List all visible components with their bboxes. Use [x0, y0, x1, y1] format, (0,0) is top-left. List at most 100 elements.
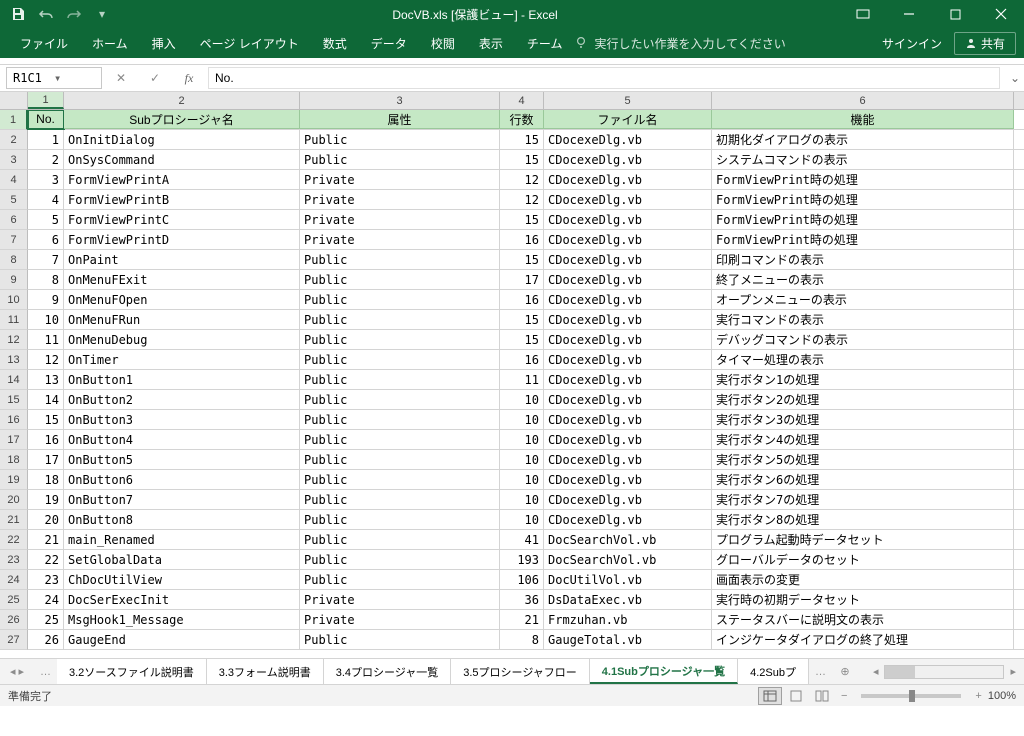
table-cell[interactable]: 22 — [28, 550, 64, 569]
sheet-nav[interactable]: ◂ ▸ — [0, 665, 34, 678]
chevron-down-icon[interactable]: ▾ — [54, 71, 95, 85]
row-header[interactable]: 6 — [0, 210, 28, 230]
row-header[interactable]: 22 — [0, 530, 28, 550]
table-cell[interactable]: 21 — [500, 610, 544, 629]
sheet-tab[interactable]: 3.2ソースファイル説明書 — [57, 659, 207, 684]
table-cell[interactable]: 16 — [500, 290, 544, 309]
table-cell[interactable]: グローバルデータのセット — [712, 550, 1014, 569]
table-cell[interactable]: Public — [300, 330, 500, 349]
name-box[interactable]: R1C1 ▾ — [6, 67, 102, 89]
table-cell[interactable]: 16 — [28, 430, 64, 449]
table-cell[interactable]: 実行ボタン7の処理 — [712, 490, 1014, 509]
table-cell[interactable]: Private — [300, 170, 500, 189]
qat-dropdown-icon[interactable]: ▾ — [94, 6, 110, 22]
sheet-tab[interactable]: 3.5プロシージャフロー — [451, 659, 590, 684]
zoom-out-button[interactable]: − — [841, 690, 847, 702]
table-cell[interactable]: CDocexeDlg.vb — [544, 430, 712, 449]
table-cell[interactable]: CDocexeDlg.vb — [544, 270, 712, 289]
table-cell[interactable]: CDocexeDlg.vb — [544, 210, 712, 229]
table-cell[interactable]: CDocexeDlg.vb — [544, 170, 712, 189]
table-cell[interactable]: Public — [300, 630, 500, 649]
table-cell[interactable]: 41 — [500, 530, 544, 549]
table-cell[interactable]: 実行ボタン1の処理 — [712, 370, 1014, 389]
ribbon-tab[interactable]: 校閲 — [419, 28, 467, 58]
table-cell[interactable]: FormViewPrint時の処理 — [712, 230, 1014, 249]
table-cell[interactable]: OnButton4 — [64, 430, 300, 449]
minimize-button[interactable] — [886, 0, 932, 28]
col-header[interactable]: 6 — [712, 92, 1014, 109]
table-cell[interactable]: OnButton5 — [64, 450, 300, 469]
table-cell[interactable]: OnInitDialog — [64, 130, 300, 149]
table-cell[interactable]: OnButton7 — [64, 490, 300, 509]
table-cell[interactable]: Public — [300, 530, 500, 549]
table-cell[interactable]: 10 — [500, 450, 544, 469]
table-cell[interactable]: DsDataExec.vb — [544, 590, 712, 609]
table-cell[interactable]: FormViewPrintD — [64, 230, 300, 249]
table-cell[interactable]: 実行ボタン6の処理 — [712, 470, 1014, 489]
table-cell[interactable]: 106 — [500, 570, 544, 589]
table-cell[interactable]: 10 — [500, 510, 544, 529]
table-cell[interactable]: 4 — [28, 190, 64, 209]
table-cell[interactable]: Public — [300, 390, 500, 409]
signin-link[interactable]: サインイン — [870, 35, 954, 52]
table-cell[interactable]: デバッグコマンドの表示 — [712, 330, 1014, 349]
table-cell[interactable]: Public — [300, 570, 500, 589]
table-header-cell[interactable]: Subプロシージャ名 — [64, 110, 300, 129]
table-header-cell[interactable]: 機能 — [712, 110, 1014, 129]
table-cell[interactable]: GaugeTotal.vb — [544, 630, 712, 649]
scroll-right-icon[interactable]: ▸ — [1010, 665, 1016, 678]
cancel-formula-icon[interactable]: ✕ — [106, 67, 136, 89]
table-cell[interactable]: 17 — [28, 450, 64, 469]
row-header[interactable]: 3 — [0, 150, 28, 170]
table-cell[interactable]: 初期化ダイアログの表示 — [712, 130, 1014, 149]
table-cell[interactable]: 画面表示の変更 — [712, 570, 1014, 589]
table-cell[interactable]: Public — [300, 430, 500, 449]
row-header[interactable]: 12 — [0, 330, 28, 350]
share-button[interactable]: 共有 — [954, 32, 1016, 55]
select-all-button[interactable] — [0, 92, 28, 109]
row-header[interactable]: 18 — [0, 450, 28, 470]
grid-cells[interactable]: No.Subプロシージャ名属性行数ファイル名機能1OnInitDialogPub… — [28, 110, 1024, 650]
table-cell[interactable]: 3 — [28, 170, 64, 189]
table-cell[interactable]: DocSearchVol.vb — [544, 530, 712, 549]
table-cell[interactable]: CDocexeDlg.vb — [544, 350, 712, 369]
table-cell[interactable]: 26 — [28, 630, 64, 649]
table-cell[interactable]: CDocexeDlg.vb — [544, 330, 712, 349]
table-cell[interactable]: 7 — [28, 250, 64, 269]
row-header[interactable]: 4 — [0, 170, 28, 190]
table-cell[interactable]: FormViewPrintC — [64, 210, 300, 229]
col-header[interactable]: 5 — [544, 92, 712, 109]
table-cell[interactable]: 実行時の初期データセット — [712, 590, 1014, 609]
undo-icon[interactable] — [38, 6, 54, 22]
table-cell[interactable]: 10 — [500, 490, 544, 509]
table-cell[interactable]: 14 — [28, 390, 64, 409]
page-break-view-icon[interactable] — [810, 687, 834, 705]
row-header[interactable]: 26 — [0, 610, 28, 630]
expand-formula-icon[interactable]: ⌄ — [1006, 71, 1024, 85]
table-cell[interactable]: システムコマンドの表示 — [712, 150, 1014, 169]
table-cell[interactable]: Public — [300, 130, 500, 149]
table-cell[interactable]: CDocexeDlg.vb — [544, 310, 712, 329]
table-cell[interactable]: 16 — [500, 230, 544, 249]
row-header[interactable]: 23 — [0, 550, 28, 570]
table-cell[interactable]: 10 — [500, 470, 544, 489]
zoom-slider[interactable] — [861, 694, 961, 698]
row-header[interactable]: 11 — [0, 310, 28, 330]
col-header[interactable]: 3 — [300, 92, 500, 109]
table-cell[interactable]: 15 — [500, 150, 544, 169]
table-cell[interactable]: OnButton8 — [64, 510, 300, 529]
table-cell[interactable]: 10 — [500, 430, 544, 449]
table-cell[interactable]: DocSearchVol.vb — [544, 550, 712, 569]
table-cell[interactable]: 23 — [28, 570, 64, 589]
table-cell[interactable]: 11 — [28, 330, 64, 349]
row-header[interactable]: 10 — [0, 290, 28, 310]
table-cell[interactable]: CDocexeDlg.vb — [544, 190, 712, 209]
add-sheet-button[interactable]: ⊕ — [832, 665, 858, 678]
table-cell[interactable]: 実行ボタン8の処理 — [712, 510, 1014, 529]
table-cell[interactable]: 193 — [500, 550, 544, 569]
table-cell[interactable]: オープンメニューの表示 — [712, 290, 1014, 309]
table-cell[interactable]: 終了メニューの表示 — [712, 270, 1014, 289]
table-cell[interactable]: 11 — [500, 370, 544, 389]
table-cell[interactable]: 17 — [500, 270, 544, 289]
close-button[interactable] — [978, 0, 1024, 28]
